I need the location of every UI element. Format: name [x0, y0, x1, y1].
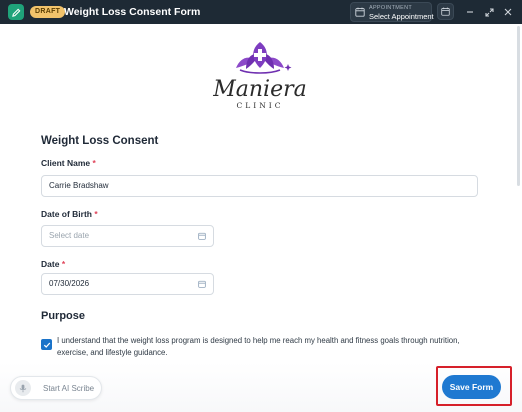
required-marker: * — [94, 209, 98, 219]
appointment-selector[interactable]: APPOINTMENT Select Appointment — [350, 2, 434, 22]
scribe-label: Start AI Scribe — [43, 384, 95, 393]
calendar-button[interactable] — [437, 3, 454, 20]
microphone-icon — [15, 380, 31, 396]
calendar-icon — [355, 7, 365, 17]
clinic-logo: Maniera CLINIC — [184, 38, 336, 112]
scrollbar[interactable] — [517, 26, 520, 186]
start-ai-scribe-button[interactable]: Start AI Scribe — [10, 376, 102, 400]
dob-label: Date of Birth * — [41, 209, 98, 219]
edit-icon[interactable] — [8, 4, 24, 20]
minimize-icon[interactable] — [463, 5, 477, 19]
save-form-button[interactable]: Save Form — [442, 375, 501, 399]
client-name-field[interactable]: Carrie Bradshaw — [41, 175, 478, 197]
calendar-icon — [198, 280, 206, 288]
close-icon[interactable] — [501, 5, 515, 19]
date-field[interactable]: 07/30/2026 — [41, 273, 214, 295]
calendar-icon — [198, 232, 206, 240]
date-value: 07/30/2026 — [49, 279, 90, 288]
required-marker: * — [92, 158, 96, 168]
purpose-consent-text: I understand that the weight loss progra… — [57, 336, 460, 357]
expand-icon[interactable] — [482, 5, 496, 19]
purpose-checkbox[interactable] — [41, 339, 52, 350]
dob-placeholder: Select date — [49, 231, 90, 240]
purpose-title: Purpose — [41, 310, 86, 322]
logo-name: Maniera — [213, 77, 307, 102]
draft-badge: DRAFT — [30, 6, 66, 18]
client-name-label: Client Name * — [41, 158, 96, 168]
title-bar: DRAFT Weight Loss Consent Form APPOINTME… — [0, 0, 522, 24]
checkmark-icon — [43, 342, 50, 348]
date-label: Date * — [41, 259, 66, 269]
lotus-logo-icon — [236, 42, 292, 74]
section-title: Weight Loss Consent — [41, 135, 159, 147]
window-title: Weight Loss Consent Form — [64, 6, 201, 18]
logo-subtitle: CLINIC — [236, 101, 284, 110]
appointment-label: APPOINTMENT — [369, 5, 413, 11]
required-marker: * — [61, 259, 66, 269]
client-name-value: Carrie Bradshaw — [49, 181, 109, 190]
dob-field[interactable]: Select date — [41, 225, 214, 247]
appointment-value: Select Appointment — [369, 11, 434, 21]
calendar-icon — [441, 7, 450, 16]
